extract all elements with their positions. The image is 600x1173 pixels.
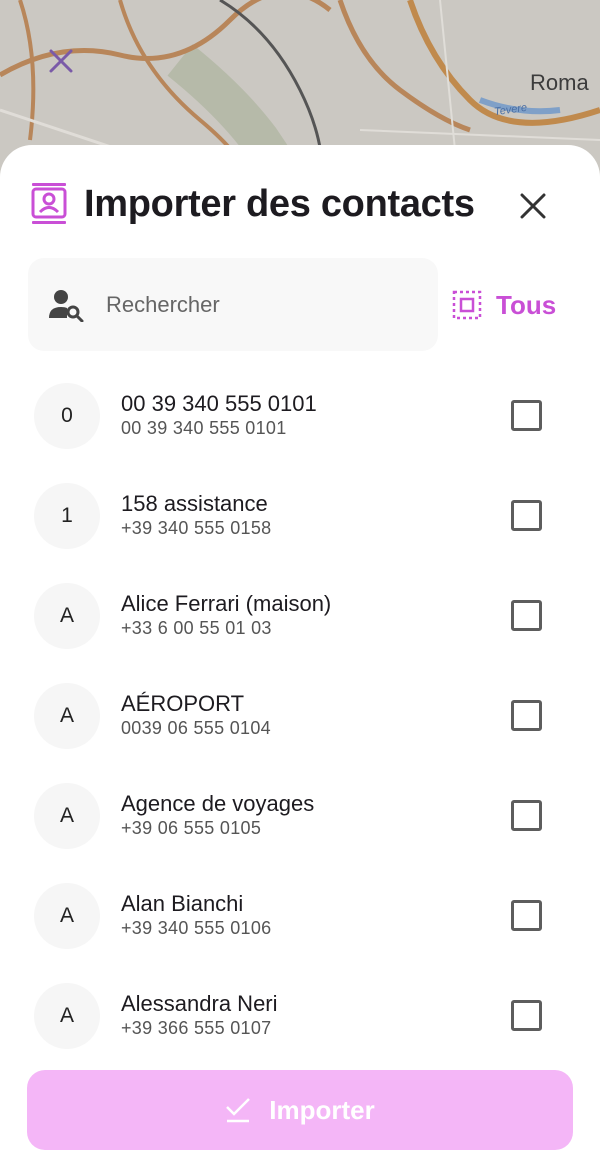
import-button-label: Importer	[269, 1094, 375, 1125]
contact-row[interactable]: 0 00 39 340 555 0101 00 39 340 555 0101	[0, 365, 600, 465]
contact-checkbox[interactable]	[511, 800, 542, 831]
contact-phone: +39 366 555 0107	[121, 1018, 272, 1038]
avatar: 0	[34, 383, 100, 449]
select-all-button[interactable]: Tous	[452, 275, 572, 335]
contact-row[interactable]: A Alice Ferrari (maison) +33 6 00 55 01 …	[0, 565, 600, 665]
contact-checkbox[interactable]	[511, 400, 542, 431]
contact-phone: +39 06 555 0105	[121, 818, 262, 838]
search-box[interactable]	[28, 258, 438, 351]
import-contacts-sheet: Importer des contacts Tous 0 00 39 340 5…	[0, 145, 600, 1173]
select-all-label: Tous	[496, 289, 557, 320]
contact-name: Alessandra Neri	[121, 991, 278, 1016]
contact-name: Agence de voyages	[121, 791, 315, 816]
contact-row[interactable]: 1 158 assistance +39 340 555 0158	[0, 465, 600, 565]
contact-checkbox[interactable]	[511, 500, 542, 531]
contact-list: 0 00 39 340 555 0101 00 39 340 555 0101 …	[0, 365, 600, 1065]
contact-checkbox[interactable]	[511, 700, 542, 731]
avatar: A	[34, 683, 100, 749]
search-input[interactable]	[106, 288, 406, 322]
map-close-button[interactable]	[48, 48, 86, 86]
avatar: A	[34, 983, 100, 1049]
contact-checkbox[interactable]	[511, 900, 542, 931]
avatar: A	[34, 583, 100, 649]
sheet-title: Importer des contacts	[84, 183, 475, 225]
contact-checkbox[interactable]	[511, 1000, 542, 1031]
person-search-icon	[49, 290, 84, 322]
check-icon	[226, 1098, 251, 1123]
contact-name: 00 39 340 555 0101	[121, 391, 317, 416]
close-icon	[49, 49, 73, 73]
contact-row[interactable]: A Alessandra Neri +39 366 555 0107	[0, 965, 600, 1065]
contact-name: 158 assistance	[121, 491, 268, 516]
contact-checkbox[interactable]	[511, 600, 542, 631]
close-sheet-button[interactable]	[512, 185, 554, 227]
close-icon	[520, 193, 546, 219]
contact-row[interactable]: A AÉROPORT 0039 06 555 0104	[0, 665, 600, 765]
sheet-header: Importer des contacts	[0, 145, 600, 265]
avatar: A	[34, 783, 100, 849]
avatar: A	[34, 883, 100, 949]
contacts-icon	[31, 183, 67, 224]
contact-name: AÉROPORT	[121, 691, 245, 716]
contact-row[interactable]: A Agence de voyages +39 06 555 0105	[0, 765, 600, 865]
contact-name: Alan Bianchi	[121, 891, 244, 916]
contact-phone: 00 39 340 555 0101	[121, 418, 287, 438]
contact-row[interactable]: A Alan Bianchi +39 340 555 0106	[0, 865, 600, 965]
contact-phone: +33 6 00 55 01 03	[121, 618, 272, 638]
select-all-icon	[452, 290, 482, 320]
contact-phone: 0039 06 555 0104	[121, 718, 271, 738]
contact-phone: +39 340 555 0158	[121, 518, 272, 538]
contact-name: Alice Ferrari (maison)	[121, 591, 332, 616]
import-button[interactable]: Importer	[27, 1070, 573, 1150]
contact-phone: +39 340 555 0106	[121, 918, 272, 938]
map-place-label: Roma	[530, 70, 589, 95]
avatar: 1	[34, 483, 100, 549]
